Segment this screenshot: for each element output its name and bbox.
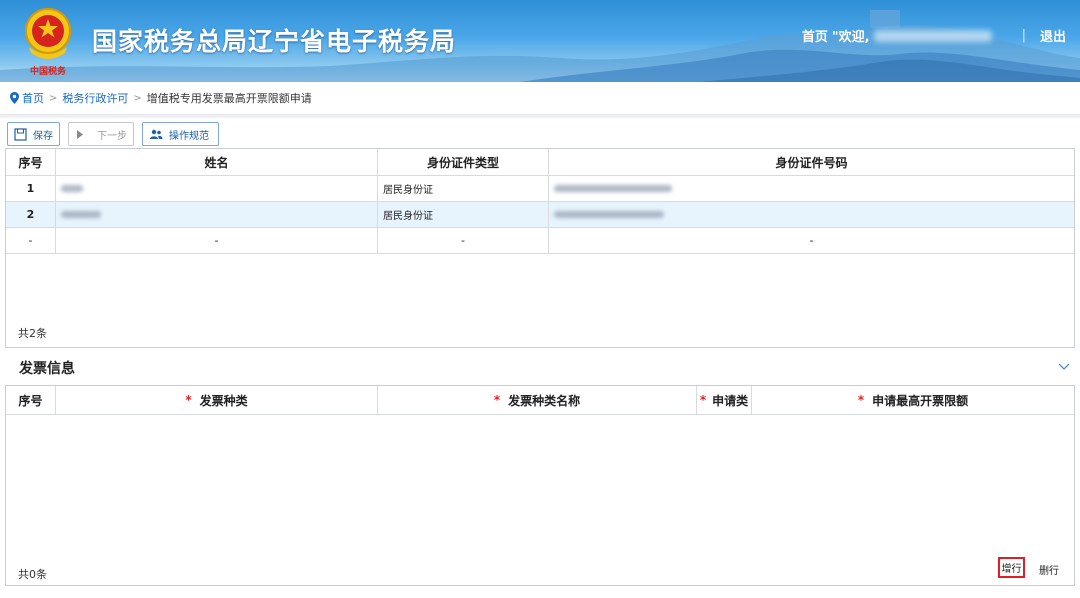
required-mark: *: [699, 393, 707, 407]
username-redacted: [873, 29, 992, 42]
row-index: 2: [6, 202, 56, 227]
column-header-label: 申请类: [712, 393, 749, 408]
location-pin-icon: [10, 92, 19, 104]
breadcrumb-arrow-icon: >: [49, 92, 58, 104]
invoice-count: 共0条: [18, 568, 47, 581]
column-header-label: 发票种类名称: [508, 393, 581, 408]
table-row-selected[interactable]: 2 居民身份证: [6, 202, 1074, 228]
save-icon: [14, 127, 27, 141]
next-step-button[interactable]: 下一步: [68, 122, 134, 146]
logout-link[interactable]: 退出: [1040, 26, 1066, 45]
breadcrumb: 首页 > 税务行政许可 > 增值税专用发票最高开票限额申请: [10, 88, 312, 108]
table-header-row: 序号 * 发票种类 * 发票种类名称 * 申请类 * 申请最高开票限额: [6, 386, 1074, 415]
breadcrumb-current: 增值税专用发票最高开票限额申请: [146, 92, 312, 105]
header-divider: [0, 114, 1080, 118]
site-title: 国家税务总局辽宁省电子税务局: [92, 27, 457, 56]
row-index: -: [6, 228, 56, 253]
invoice-section-title: 发票信息: [19, 361, 75, 377]
toolbar: 保存 下一步 操作规范: [7, 122, 219, 146]
name-cell-redacted: [56, 202, 378, 227]
name-cell: -: [56, 228, 378, 253]
column-header-invoice-type-name: * 发票种类名称: [378, 386, 697, 414]
invoice-table: 序号 * 发票种类 * 发票种类名称 * 申请类 * 申请最高开票限额 共0条: [5, 385, 1075, 586]
breadcrumb-arrow-icon: >: [133, 92, 142, 104]
header-separator: |: [1021, 28, 1026, 43]
column-header-max-limit: * 申请最高开票限额: [752, 386, 1074, 414]
add-row-button[interactable]: 增行: [998, 557, 1025, 578]
column-header: 身份证件类型: [378, 149, 549, 175]
save-label: 保存: [33, 130, 53, 142]
breadcrumb-admin-license[interactable]: 税务行政许可: [62, 90, 128, 106]
users-icon: [150, 129, 163, 139]
tax-emblem-icon: 中国税务: [25, 8, 71, 77]
table-header-row: 序号 姓名 身份证件类型 身份证件号码: [6, 149, 1074, 176]
people-table: 序号 姓名 身份证件类型 身份证件号码 1 居民身份证 2 居民身份证 - - …: [5, 148, 1075, 348]
name-cell-redacted: [56, 176, 378, 201]
delete-row-button[interactable]: 删行: [1039, 562, 1059, 577]
id-number-cell: -: [809, 234, 814, 247]
people-count: 共2条: [18, 327, 47, 340]
header-user-area: 首页 "欢迎, | 退出: [802, 26, 1066, 45]
table-row[interactable]: - - - -: [6, 228, 1074, 254]
operation-guide-button[interactable]: 操作规范: [142, 122, 219, 146]
column-header-label: 申请最高开票限额: [872, 393, 969, 408]
id-number-cell-redacted: [549, 176, 1074, 201]
site-header: 中国税务 国家税务总局辽宁省电子税务局 首页 "欢迎, | 退出: [0, 0, 1080, 82]
column-header: 序号: [6, 149, 56, 175]
id-type-cell: 居民身份证: [378, 202, 549, 227]
required-mark: *: [493, 393, 501, 407]
id-type-cell: 居民身份证: [378, 176, 549, 201]
welcome-text: "欢迎,: [831, 30, 870, 45]
column-header: 序号: [6, 386, 56, 414]
id-type-cell: -: [378, 228, 549, 253]
column-header: 姓名: [56, 149, 378, 175]
operation-guide-label: 操作规范: [169, 130, 209, 142]
row-index: 1: [6, 176, 56, 201]
table-row[interactable]: 1 居民身份证: [6, 176, 1074, 202]
emblem-text: 中国税务: [30, 65, 67, 77]
column-header: 身份证件号码: [775, 155, 848, 170]
column-header-apply-type: * 申请类: [697, 386, 752, 414]
column-header-invoice-type: * 发票种类: [56, 386, 378, 414]
required-mark: *: [857, 393, 865, 407]
play-icon: [77, 129, 83, 139]
column-header-label: 发票种类: [199, 393, 248, 408]
save-button[interactable]: 保存: [7, 122, 60, 146]
breadcrumb-home[interactable]: 首页: [22, 90, 44, 106]
header-home-link[interactable]: 首页: [802, 26, 828, 45]
chevron-down-icon[interactable]: [1058, 361, 1070, 371]
id-number-cell-redacted: [549, 202, 1074, 227]
required-mark: *: [185, 393, 192, 407]
next-step-label: 下一步: [97, 130, 127, 142]
